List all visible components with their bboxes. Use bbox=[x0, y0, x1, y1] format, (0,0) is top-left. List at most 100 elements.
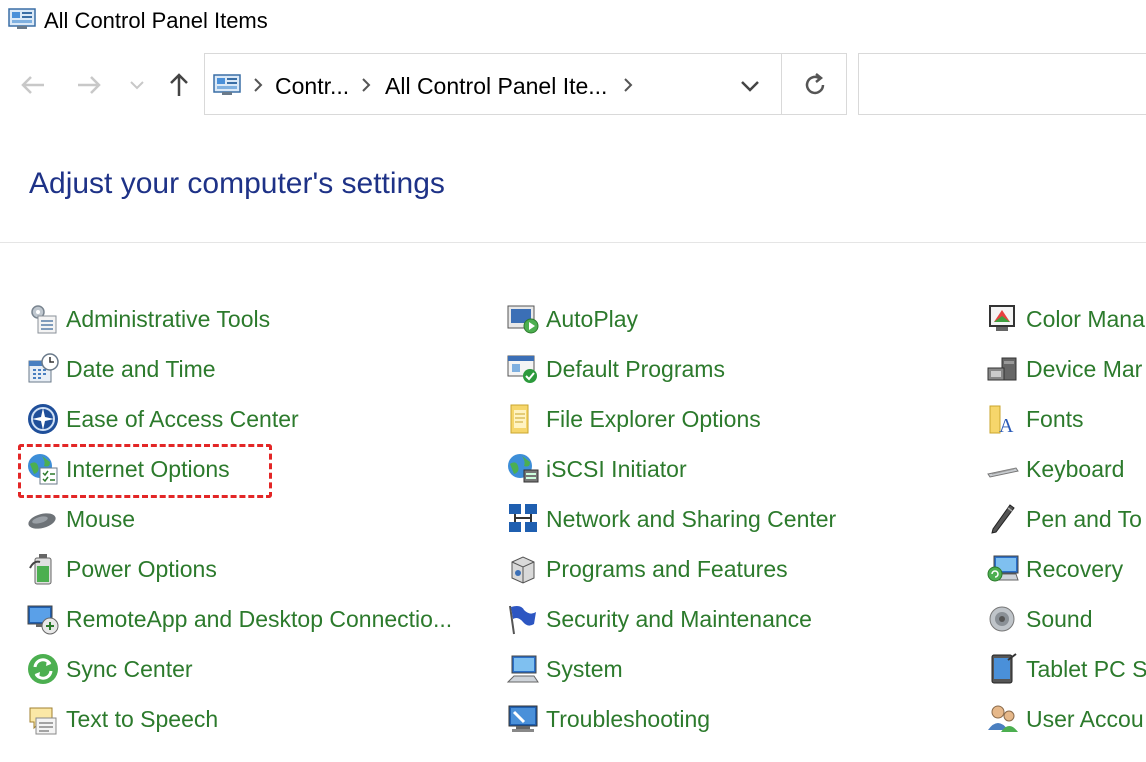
list-item-mouse[interactable]: Mouse bbox=[26, 494, 452, 544]
items-column-1: Administrative Tools Date and Time Ease … bbox=[26, 294, 452, 744]
item-label[interactable]: Color Mana bbox=[1026, 304, 1145, 334]
chevron-right-icon[interactable] bbox=[359, 76, 373, 94]
control-panel-icon bbox=[8, 8, 36, 29]
item-label[interactable]: Security and Maintenance bbox=[546, 604, 812, 634]
refresh-icon[interactable] bbox=[799, 69, 831, 101]
title-bar: All Control Panel Items bbox=[0, 0, 1146, 42]
item-label[interactable]: Internet Options bbox=[66, 454, 230, 484]
list-item-internet-options[interactable]: Internet Options bbox=[26, 444, 452, 494]
navigation-bar: Contr... All Control Panel Ite... bbox=[0, 52, 1146, 116]
item-label[interactable]: File Explorer Options bbox=[546, 404, 761, 434]
back-button[interactable] bbox=[16, 68, 50, 102]
breadcrumb-all-items[interactable]: All Control Panel Ite... bbox=[385, 72, 607, 100]
item-label[interactable]: Troubleshooting bbox=[546, 704, 710, 734]
item-label[interactable]: RemoteApp and Desktop Connectio... bbox=[66, 604, 452, 634]
divider bbox=[0, 242, 1146, 243]
item-label[interactable]: Power Options bbox=[66, 554, 217, 584]
search-input[interactable] bbox=[858, 53, 1146, 115]
recovery-icon bbox=[987, 555, 1019, 582]
window-title: All Control Panel Items bbox=[44, 8, 268, 33]
address-bar[interactable]: Contr... All Control Panel Ite... bbox=[204, 53, 847, 115]
mouse-icon bbox=[28, 513, 56, 529]
list-item-device-manager[interactable]: Device Mar bbox=[986, 344, 1146, 394]
recent-locations-button[interactable] bbox=[122, 68, 152, 102]
item-label[interactable]: Device Mar bbox=[1026, 354, 1142, 384]
autoplay-icon bbox=[507, 305, 539, 334]
network-icon bbox=[509, 504, 537, 532]
speaker-icon bbox=[989, 606, 1015, 632]
item-label[interactable]: Programs and Features bbox=[546, 554, 788, 584]
address-dropdown-icon[interactable] bbox=[735, 72, 765, 100]
item-label[interactable]: Text to Speech bbox=[66, 704, 218, 734]
list-item-color-management[interactable]: Color Mana bbox=[986, 294, 1146, 344]
item-label[interactable]: Sound bbox=[1026, 604, 1093, 634]
item-label[interactable]: iSCSI Initiator bbox=[546, 454, 687, 484]
arrow-right-icon bbox=[78, 76, 101, 94]
up-button[interactable] bbox=[162, 68, 196, 102]
item-label[interactable]: Tablet PC S bbox=[1026, 654, 1146, 684]
forward-button[interactable] bbox=[72, 68, 106, 102]
list-item-power-options[interactable]: Power Options bbox=[26, 544, 452, 594]
list-item-file-explorer-options[interactable]: File Explorer Options bbox=[506, 394, 836, 444]
list-item-date-and-time[interactable]: Date and Time bbox=[26, 344, 452, 394]
list-item-pen-and-touch[interactable]: Pen and To bbox=[986, 494, 1146, 544]
list-item-security-and-maintenance[interactable]: Security and Maintenance bbox=[506, 594, 836, 644]
users-icon bbox=[988, 705, 1018, 732]
programs-box-icon bbox=[511, 556, 535, 584]
item-label[interactable]: Sync Center bbox=[66, 654, 193, 684]
tablet-icon bbox=[991, 653, 1017, 684]
list-item-fonts[interactable]: A Fonts bbox=[986, 394, 1146, 444]
computer-icon bbox=[506, 655, 539, 683]
page-title: Adjust your computer's settings bbox=[29, 167, 445, 200]
items-column-2: AutoPlay Default Programs File Explorer … bbox=[506, 294, 836, 744]
list-item-network-and-sharing[interactable]: Network and Sharing Center bbox=[506, 494, 836, 544]
item-label[interactable]: Default Programs bbox=[546, 354, 725, 384]
remote-desktop-icon bbox=[27, 605, 59, 635]
device-manager-icon bbox=[987, 357, 1017, 381]
chevron-right-icon[interactable] bbox=[621, 76, 635, 94]
item-label[interactable]: Keyboard bbox=[1026, 454, 1124, 484]
breadcrumb-control-panel[interactable]: Contr... bbox=[275, 72, 349, 100]
item-label[interactable]: Recovery bbox=[1026, 554, 1123, 584]
chevron-down-icon bbox=[130, 81, 144, 90]
item-label[interactable]: Mouse bbox=[66, 504, 135, 534]
item-label[interactable]: User Accou bbox=[1026, 704, 1144, 734]
arrow-up-icon bbox=[170, 73, 188, 96]
item-label[interactable]: Date and Time bbox=[66, 354, 216, 384]
item-label[interactable]: Administrative Tools bbox=[66, 304, 270, 334]
list-item-sound[interactable]: Sound bbox=[986, 594, 1146, 644]
list-item-recovery[interactable]: Recovery bbox=[986, 544, 1146, 594]
list-item-troubleshooting[interactable]: Troubleshooting bbox=[506, 694, 836, 744]
item-label[interactable]: Fonts bbox=[1026, 404, 1084, 434]
sync-icon bbox=[28, 654, 58, 684]
iscsi-globe-icon bbox=[508, 454, 539, 483]
list-item-keyboard[interactable]: Keyboard bbox=[986, 444, 1146, 494]
item-label[interactable]: Ease of Access Center bbox=[66, 404, 299, 434]
list-item-administrative-tools[interactable]: Administrative Tools bbox=[26, 294, 452, 344]
list-item-ease-of-access-center[interactable]: Ease of Access Center bbox=[26, 394, 452, 444]
admin-tools-icon bbox=[31, 305, 57, 334]
list-item-text-to-speech[interactable]: Text to Speech bbox=[26, 694, 452, 744]
item-label[interactable]: Pen and To bbox=[1026, 504, 1142, 534]
list-item-programs-and-features[interactable]: Programs and Features bbox=[506, 544, 836, 594]
item-label[interactable]: System bbox=[546, 654, 623, 684]
battery-icon bbox=[29, 554, 52, 585]
color-management-icon bbox=[989, 305, 1015, 331]
flag-icon bbox=[509, 605, 536, 635]
item-label[interactable]: AutoPlay bbox=[546, 304, 638, 334]
list-item-sync-center[interactable]: Sync Center bbox=[26, 644, 452, 694]
troubleshoot-icon bbox=[508, 705, 538, 732]
list-item-user-accounts[interactable]: User Accou bbox=[986, 694, 1146, 744]
chevron-right-icon[interactable] bbox=[251, 76, 265, 94]
list-item-default-programs[interactable]: Default Programs bbox=[506, 344, 836, 394]
svg-text:A: A bbox=[999, 415, 1014, 436]
address-divider bbox=[781, 54, 782, 114]
list-item-tablet-pc-settings[interactable]: Tablet PC S bbox=[986, 644, 1146, 694]
item-label[interactable]: Network and Sharing Center bbox=[546, 504, 836, 534]
list-item-system[interactable]: System bbox=[506, 644, 836, 694]
globe-check-icon bbox=[28, 454, 58, 485]
list-item-autoplay[interactable]: AutoPlay bbox=[506, 294, 836, 344]
list-item-iscsi-initiator[interactable]: iSCSI Initiator bbox=[506, 444, 836, 494]
ease-of-access-icon bbox=[28, 404, 58, 434]
list-item-remoteapp[interactable]: RemoteApp and Desktop Connectio... bbox=[26, 594, 452, 644]
